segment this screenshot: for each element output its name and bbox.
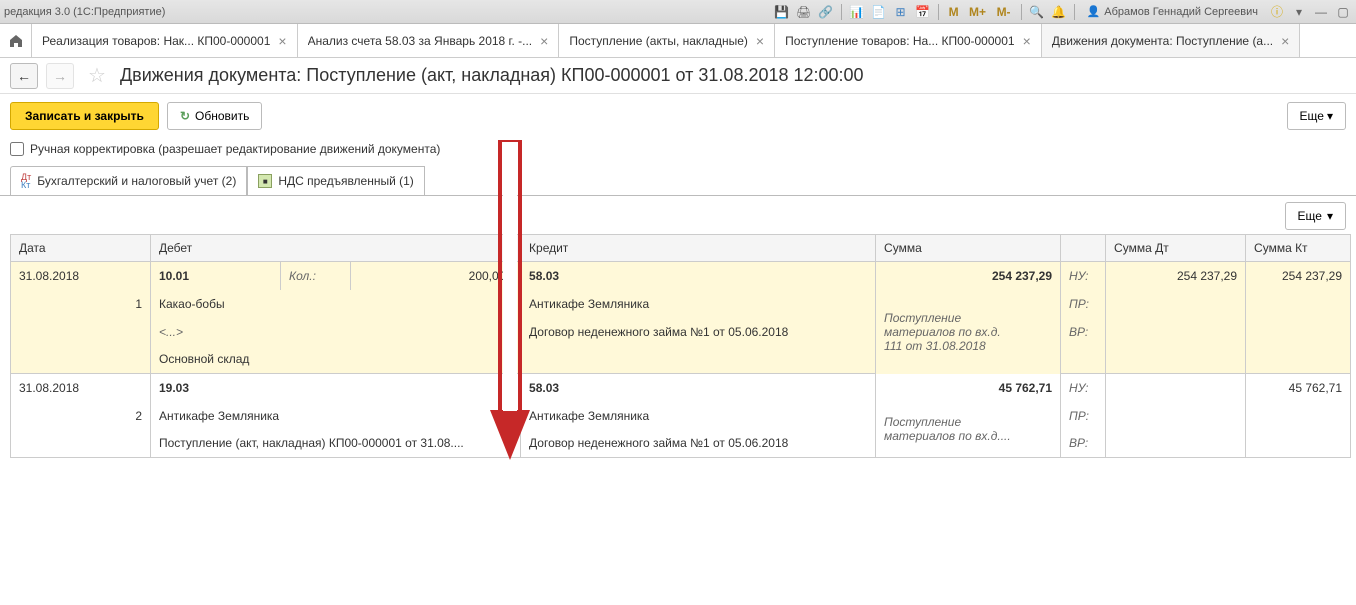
page-title: Движения документа: Поступление (акт, на…	[120, 65, 864, 86]
table-row[interactable]: Основной склад	[11, 346, 1351, 374]
nav-back-button[interactable]: ←	[10, 63, 38, 89]
entries-grid[interactable]: Дата Дебет Кредит Сумма Сумма Дт Сумма К…	[10, 234, 1351, 458]
window-title: редакция 3.0 (1С:Предприятие)	[4, 6, 773, 18]
table-row[interactable]: 2 Антикафе Земляника Антикафе Земляника …	[11, 402, 1351, 430]
tab-close-icon[interactable]: ×	[756, 33, 764, 49]
write-close-button[interactable]: Записать и закрыть	[10, 102, 159, 130]
col-sum-kt[interactable]: Сумма Кт	[1246, 235, 1351, 262]
col-sum-dt[interactable]: Сумма Дт	[1106, 235, 1246, 262]
col-sum[interactable]: Сумма	[876, 235, 1061, 262]
calc-icon[interactable]: 📊	[848, 3, 866, 21]
table-row[interactable]: 1 Какао-бобы Антикафе Земляника Поступле…	[11, 290, 1351, 318]
col-date[interactable]: Дата	[11, 235, 151, 262]
home-icon	[8, 33, 24, 49]
dropdown-icon[interactable]: ▾	[1290, 3, 1308, 21]
tab-item[interactable]: Реализация товаров: Нак... КП00-000001 ×	[32, 24, 298, 57]
refresh-icon: ↻	[180, 109, 190, 123]
refresh-button[interactable]: ↻ Обновить	[167, 102, 262, 130]
vat-tab[interactable]: ■ НДС предъявленный (1)	[247, 166, 424, 195]
tab-close-icon[interactable]: ×	[278, 33, 286, 49]
minimize-icon[interactable]: —	[1312, 3, 1330, 21]
table-row[interactable]: Поступление (акт, накладная) КП00-000001…	[11, 430, 1351, 458]
person-icon: 👤	[1087, 5, 1101, 18]
tab-close-icon[interactable]: ×	[540, 33, 548, 49]
print-icon[interactable]: 🖨	[795, 3, 813, 21]
table-row[interactable]: 31.08.2018 10.01 Кол.: 200,000 58.03 254…	[11, 262, 1351, 290]
nds-icon: ■	[258, 174, 272, 188]
col-debit[interactable]: Дебет	[151, 235, 521, 262]
m-button[interactable]: M	[945, 3, 963, 21]
manual-edit-checkbox[interactable]	[10, 142, 24, 156]
grid-more-button[interactable]: Еще ▾	[1285, 202, 1346, 230]
link-icon[interactable]: 🔗	[817, 3, 835, 21]
info-icon[interactable]: ⓘ	[1268, 3, 1286, 21]
maximize-icon[interactable]: ▢	[1334, 3, 1352, 21]
tab-close-icon[interactable]: ×	[1023, 33, 1031, 49]
m-minus-button[interactable]: M-	[993, 3, 1015, 21]
bell-icon[interactable]: 🔔	[1050, 3, 1068, 21]
col-credit[interactable]: Кредит	[521, 235, 876, 262]
tab-item[interactable]: Поступление (акты, накладные) ×	[559, 24, 775, 57]
tab-close-icon[interactable]: ×	[1281, 33, 1289, 49]
manual-edit-label: Ручная корректировка (разрешает редактир…	[30, 142, 440, 156]
accounting-tab[interactable]: ДтКт Бухгалтерский и налоговый учет (2)	[10, 166, 247, 195]
tab-item[interactable]: Поступление товаров: На... КП00-000001 ×	[775, 24, 1042, 57]
user-menu[interactable]: 👤 Абрамов Геннадий Сергеевич	[1081, 5, 1264, 18]
print2-icon[interactable]: 📄	[870, 3, 888, 21]
save-icon[interactable]: 💾	[773, 3, 791, 21]
dt-kt-icon: ДтКт	[21, 173, 31, 189]
zoom-icon[interactable]: 🔍	[1028, 3, 1046, 21]
calendar-icon[interactable]: 📅	[914, 3, 932, 21]
m-plus-button[interactable]: M+	[967, 3, 989, 21]
table-row[interactable]: <...> Договор неденежного займа №1 от 05…	[11, 318, 1351, 346]
tab-item-active[interactable]: Движения документа: Поступление (а... ×	[1042, 24, 1301, 57]
nav-forward-button[interactable]: →	[46, 63, 74, 89]
table-row[interactable]: 31.08.2018 19.03 58.03 45 762,71 НУ: 45 …	[11, 374, 1351, 402]
home-tab[interactable]	[0, 24, 32, 57]
grid-icon[interactable]: ⊞	[892, 3, 910, 21]
more-button[interactable]: Еще ▾	[1287, 102, 1346, 130]
chevron-down-icon: ▾	[1327, 109, 1333, 123]
chevron-down-icon: ▾	[1327, 209, 1333, 223]
tab-item[interactable]: Анализ счета 58.03 за Январь 2018 г. -..…	[298, 24, 560, 57]
star-icon[interactable]: ☆	[88, 63, 106, 88]
